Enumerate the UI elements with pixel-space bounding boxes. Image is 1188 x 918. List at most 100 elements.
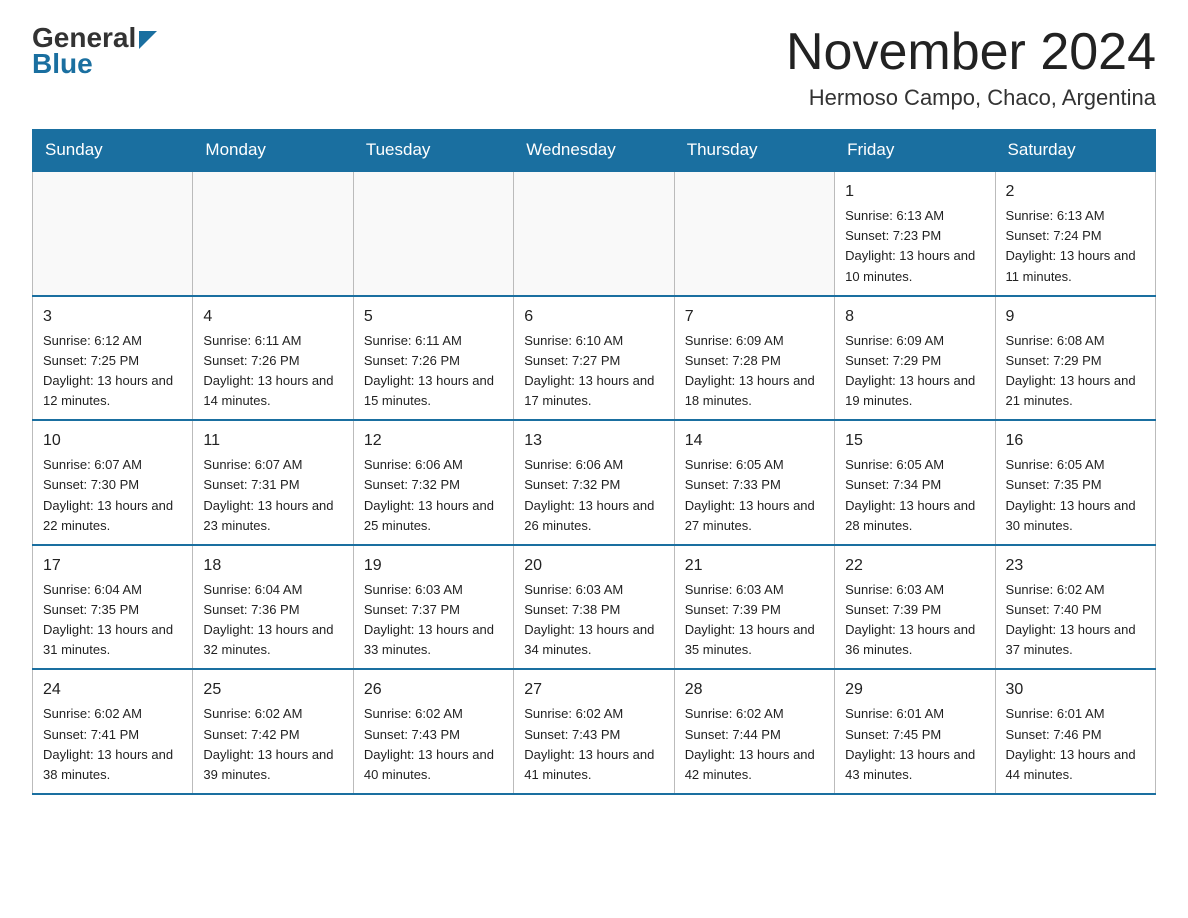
col-thursday: Thursday: [674, 130, 834, 172]
day-info: Sunrise: 6:07 AM Sunset: 7:30 PM Dayligh…: [43, 455, 182, 536]
day-number: 28: [685, 678, 824, 702]
day-number: 11: [203, 429, 342, 453]
day-number: 24: [43, 678, 182, 702]
col-friday: Friday: [835, 130, 995, 172]
day-number: 22: [845, 554, 984, 578]
day-info: Sunrise: 6:05 AM Sunset: 7:34 PM Dayligh…: [845, 455, 984, 536]
calendar-cell: 18Sunrise: 6:04 AM Sunset: 7:36 PM Dayli…: [193, 545, 353, 670]
day-number: 8: [845, 305, 984, 329]
day-number: 16: [1006, 429, 1145, 453]
day-number: 17: [43, 554, 182, 578]
col-saturday: Saturday: [995, 130, 1155, 172]
calendar-week-row: 24Sunrise: 6:02 AM Sunset: 7:41 PM Dayli…: [33, 669, 1156, 794]
calendar-cell: 27Sunrise: 6:02 AM Sunset: 7:43 PM Dayli…: [514, 669, 674, 794]
day-info: Sunrise: 6:02 AM Sunset: 7:43 PM Dayligh…: [364, 704, 503, 785]
calendar-cell: 22Sunrise: 6:03 AM Sunset: 7:39 PM Dayli…: [835, 545, 995, 670]
calendar-cell: 24Sunrise: 6:02 AM Sunset: 7:41 PM Dayli…: [33, 669, 193, 794]
calendar-cell: 11Sunrise: 6:07 AM Sunset: 7:31 PM Dayli…: [193, 420, 353, 545]
calendar-cell: [193, 171, 353, 296]
logo-triangle-icon: [139, 31, 157, 49]
day-info: Sunrise: 6:05 AM Sunset: 7:35 PM Dayligh…: [1006, 455, 1145, 536]
day-number: 20: [524, 554, 663, 578]
day-number: 18: [203, 554, 342, 578]
calendar-table: Sunday Monday Tuesday Wednesday Thursday…: [32, 129, 1156, 795]
day-number: 6: [524, 305, 663, 329]
logo-blue-text: Blue: [32, 50, 93, 78]
day-info: Sunrise: 6:04 AM Sunset: 7:36 PM Dayligh…: [203, 580, 342, 661]
calendar-cell: 21Sunrise: 6:03 AM Sunset: 7:39 PM Dayli…: [674, 545, 834, 670]
calendar-cell: [353, 171, 513, 296]
calendar-cell: 14Sunrise: 6:05 AM Sunset: 7:33 PM Dayli…: [674, 420, 834, 545]
day-info: Sunrise: 6:06 AM Sunset: 7:32 PM Dayligh…: [524, 455, 663, 536]
day-number: 10: [43, 429, 182, 453]
calendar-cell: 6Sunrise: 6:10 AM Sunset: 7:27 PM Daylig…: [514, 296, 674, 421]
day-number: 15: [845, 429, 984, 453]
logo: General Blue: [32, 24, 157, 78]
calendar-week-row: 1Sunrise: 6:13 AM Sunset: 7:23 PM Daylig…: [33, 171, 1156, 296]
title-area: November 2024 Hermoso Campo, Chaco, Arge…: [786, 24, 1156, 111]
calendar-cell: 25Sunrise: 6:02 AM Sunset: 7:42 PM Dayli…: [193, 669, 353, 794]
day-info: Sunrise: 6:03 AM Sunset: 7:39 PM Dayligh…: [685, 580, 824, 661]
day-info: Sunrise: 6:02 AM Sunset: 7:43 PM Dayligh…: [524, 704, 663, 785]
day-number: 23: [1006, 554, 1145, 578]
day-info: Sunrise: 6:01 AM Sunset: 7:46 PM Dayligh…: [1006, 704, 1145, 785]
calendar-cell: 16Sunrise: 6:05 AM Sunset: 7:35 PM Dayli…: [995, 420, 1155, 545]
day-info: Sunrise: 6:13 AM Sunset: 7:23 PM Dayligh…: [845, 206, 984, 287]
day-number: 2: [1006, 180, 1145, 204]
day-number: 12: [364, 429, 503, 453]
day-info: Sunrise: 6:05 AM Sunset: 7:33 PM Dayligh…: [685, 455, 824, 536]
calendar-cell: 13Sunrise: 6:06 AM Sunset: 7:32 PM Dayli…: [514, 420, 674, 545]
day-number: 19: [364, 554, 503, 578]
day-number: 30: [1006, 678, 1145, 702]
day-number: 5: [364, 305, 503, 329]
header-row: Sunday Monday Tuesday Wednesday Thursday…: [33, 130, 1156, 172]
calendar-cell: 29Sunrise: 6:01 AM Sunset: 7:45 PM Dayli…: [835, 669, 995, 794]
day-info: Sunrise: 6:13 AM Sunset: 7:24 PM Dayligh…: [1006, 206, 1145, 287]
calendar-cell: 19Sunrise: 6:03 AM Sunset: 7:37 PM Dayli…: [353, 545, 513, 670]
calendar-cell: 30Sunrise: 6:01 AM Sunset: 7:46 PM Dayli…: [995, 669, 1155, 794]
calendar-cell: 28Sunrise: 6:02 AM Sunset: 7:44 PM Dayli…: [674, 669, 834, 794]
day-number: 3: [43, 305, 182, 329]
col-tuesday: Tuesday: [353, 130, 513, 172]
calendar-cell: 3Sunrise: 6:12 AM Sunset: 7:25 PM Daylig…: [33, 296, 193, 421]
day-info: Sunrise: 6:12 AM Sunset: 7:25 PM Dayligh…: [43, 331, 182, 412]
day-number: 4: [203, 305, 342, 329]
day-info: Sunrise: 6:10 AM Sunset: 7:27 PM Dayligh…: [524, 331, 663, 412]
day-info: Sunrise: 6:11 AM Sunset: 7:26 PM Dayligh…: [203, 331, 342, 412]
day-info: Sunrise: 6:09 AM Sunset: 7:29 PM Dayligh…: [845, 331, 984, 412]
day-info: Sunrise: 6:02 AM Sunset: 7:42 PM Dayligh…: [203, 704, 342, 785]
calendar-cell: 26Sunrise: 6:02 AM Sunset: 7:43 PM Dayli…: [353, 669, 513, 794]
calendar-week-row: 10Sunrise: 6:07 AM Sunset: 7:30 PM Dayli…: [33, 420, 1156, 545]
day-info: Sunrise: 6:02 AM Sunset: 7:41 PM Dayligh…: [43, 704, 182, 785]
calendar-cell: 15Sunrise: 6:05 AM Sunset: 7:34 PM Dayli…: [835, 420, 995, 545]
day-info: Sunrise: 6:03 AM Sunset: 7:39 PM Dayligh…: [845, 580, 984, 661]
day-number: 14: [685, 429, 824, 453]
day-number: 26: [364, 678, 503, 702]
day-number: 29: [845, 678, 984, 702]
calendar-cell: 4Sunrise: 6:11 AM Sunset: 7:26 PM Daylig…: [193, 296, 353, 421]
day-number: 7: [685, 305, 824, 329]
day-number: 1: [845, 180, 984, 204]
calendar-cell: 23Sunrise: 6:02 AM Sunset: 7:40 PM Dayli…: [995, 545, 1155, 670]
day-number: 27: [524, 678, 663, 702]
day-info: Sunrise: 6:03 AM Sunset: 7:37 PM Dayligh…: [364, 580, 503, 661]
calendar-week-row: 17Sunrise: 6:04 AM Sunset: 7:35 PM Dayli…: [33, 545, 1156, 670]
day-number: 21: [685, 554, 824, 578]
calendar-week-row: 3Sunrise: 6:12 AM Sunset: 7:25 PM Daylig…: [33, 296, 1156, 421]
day-info: Sunrise: 6:09 AM Sunset: 7:28 PM Dayligh…: [685, 331, 824, 412]
calendar-cell: 20Sunrise: 6:03 AM Sunset: 7:38 PM Dayli…: [514, 545, 674, 670]
day-number: 9: [1006, 305, 1145, 329]
day-info: Sunrise: 6:07 AM Sunset: 7:31 PM Dayligh…: [203, 455, 342, 536]
col-wednesday: Wednesday: [514, 130, 674, 172]
day-info: Sunrise: 6:08 AM Sunset: 7:29 PM Dayligh…: [1006, 331, 1145, 412]
day-info: Sunrise: 6:01 AM Sunset: 7:45 PM Dayligh…: [845, 704, 984, 785]
calendar-cell: 2Sunrise: 6:13 AM Sunset: 7:24 PM Daylig…: [995, 171, 1155, 296]
day-info: Sunrise: 6:06 AM Sunset: 7:32 PM Dayligh…: [364, 455, 503, 536]
page-header: General Blue November 2024 Hermoso Campo…: [32, 24, 1156, 111]
calendar-cell: [33, 171, 193, 296]
day-info: Sunrise: 6:02 AM Sunset: 7:40 PM Dayligh…: [1006, 580, 1145, 661]
calendar-cell: 17Sunrise: 6:04 AM Sunset: 7:35 PM Dayli…: [33, 545, 193, 670]
calendar-cell: 7Sunrise: 6:09 AM Sunset: 7:28 PM Daylig…: [674, 296, 834, 421]
day-info: Sunrise: 6:02 AM Sunset: 7:44 PM Dayligh…: [685, 704, 824, 785]
calendar-cell: [674, 171, 834, 296]
